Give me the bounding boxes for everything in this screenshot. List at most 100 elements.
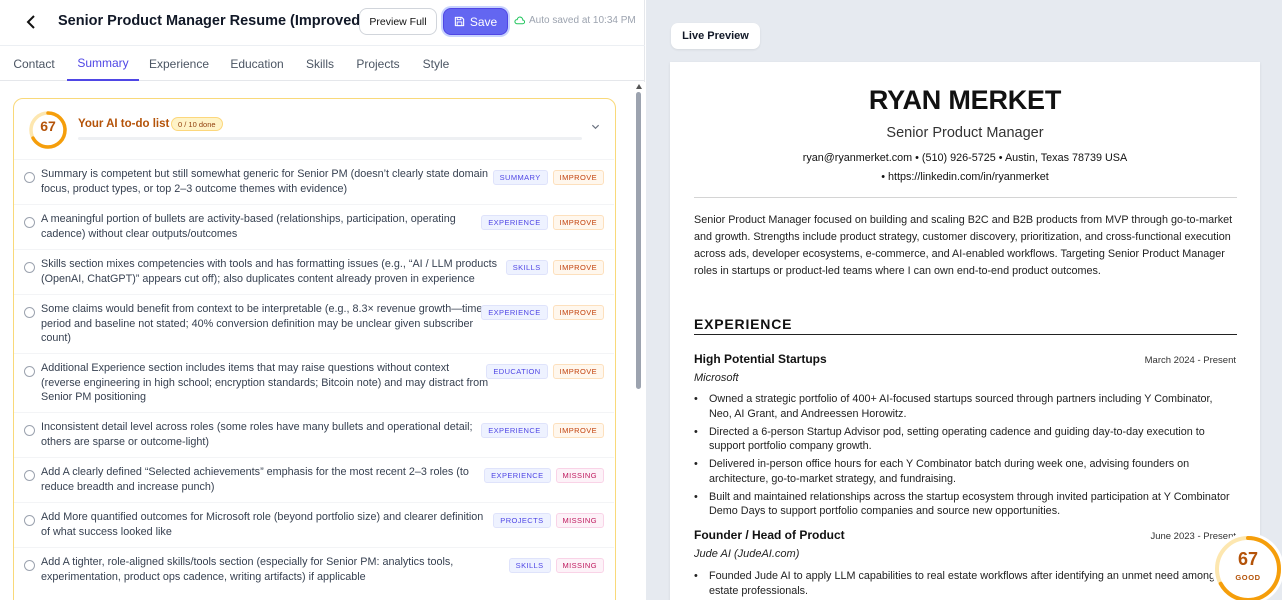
job-company: Founder / Head of Product [694,528,845,542]
editor-panel: Senior Product Manager Resume (Improved)… [0,0,645,600]
job-employer: Jude AI (JudeAI.com) [694,548,800,560]
todo-item[interactable]: Add More quantified outcomes for Microso… [14,502,614,547]
todo-tags: EXPERIENCE IMPROVE [481,305,604,320]
todo-tags: PROJECTS MISSING [493,513,604,528]
tab-experience[interactable]: Experience [142,46,216,81]
todo-checkbox[interactable] [24,262,35,273]
job-bullet: Owned a strategic portfolio of 400+ AI-f… [694,392,1238,421]
todo-item-text: Some claims would benefit from context t… [41,303,483,344]
save-button[interactable]: Save [443,8,508,35]
job-bullet: Directed a 6-person Startup Advisor pod,… [694,425,1238,454]
status-badge: IMPROVE [552,423,604,438]
editor-content: 67 Your AI to-do list 0 / 10 done Summar… [0,82,645,600]
category-badge: SKILLS [505,260,548,275]
tab-summary[interactable]: Summary [67,46,139,81]
category-badge: SKILLS [508,558,551,573]
todo-item-text: Skills section mixes competencies with t… [41,258,498,285]
experience-rule [694,334,1237,335]
resume-linkedin-line: • https://linkedin.com/in/ryanmerket [881,171,1049,183]
preview-full-button[interactable]: Preview Full [359,8,437,35]
category-badge: EXPERIENCE [481,215,548,230]
todo-checkbox[interactable] [24,217,35,228]
tab-skills[interactable]: Skills [298,46,342,81]
resume-summary: Senior Product Manager focused on buildi… [694,214,1233,277]
todo-tags: EXPERIENCE IMPROVE [481,423,604,438]
todo-title: Your AI to-do list [78,118,170,130]
todo-item-text: Inconsistent detail level across roles (… [41,421,473,448]
job-dates: March 2024 - Present [1144,355,1236,366]
chevron-down-icon[interactable] [591,122,600,131]
cloud-check-icon [514,16,525,25]
todo-tags: SKILLS MISSING [508,558,604,573]
todo-tags: EXPERIENCE MISSING [484,468,604,483]
todo-checkbox[interactable] [24,425,35,436]
todo-checkbox[interactable] [24,172,35,183]
todo-item[interactable]: Add A clearly defined “Selected achievem… [14,457,614,502]
autosave-text: Auto saved at 10:34 PM [529,15,636,26]
category-badge: EXPERIENCE [481,305,548,320]
autosave-status: Auto saved at 10:34 PM [514,15,636,26]
todo-count-badge: 0 / 10 done [171,117,223,131]
todo-item-text: Summary is competent but still somewhat … [41,168,489,195]
status-badge: MISSING [555,468,604,483]
live-preview-label: Live Preview [671,23,760,49]
todo-item-text: Add More quantified outcomes for Microso… [41,511,484,538]
save-label: Save [469,14,498,29]
todo-item[interactable]: A meaningful portion of bullets are acti… [14,204,614,249]
status-badge: MISSING [555,558,604,573]
category-badge: EXPERIENCE [481,423,548,438]
back-button[interactable] [22,12,40,32]
status-badge: IMPROVE [552,305,604,320]
preview-panel: Live Preview RYAN MERKET Senior Product … [646,0,1282,600]
scroll-up-arrow-icon[interactable] [636,84,642,89]
todo-item[interactable]: Inconsistent detail level across roles (… [14,412,614,457]
todo-checkbox[interactable] [24,366,35,377]
job-company: High Potential Startups [694,352,827,366]
resume-divider [694,197,1237,198]
todo-item[interactable]: Add A tighter, role-aligned skills/tools… [14,547,614,592]
todo-checkbox[interactable] [24,470,35,481]
todo-item[interactable]: Summary is competent but still somewhat … [14,159,614,204]
score-value: 67 [40,118,56,134]
chevron-left-icon [26,15,35,29]
todo-item-text: A meaningful portion of bullets are acti… [41,213,456,240]
tab-education[interactable]: Education [222,46,292,81]
todo-item-text: Add A tighter, role-aligned skills/tools… [41,556,454,583]
todo-checkbox[interactable] [24,515,35,526]
status-badge: IMPROVE [552,364,604,379]
section-tabs: Contact Summary Experience Education Ski… [0,45,645,81]
job-bullet: Delivered in-person office hours for eac… [694,457,1238,486]
status-badge: IMPROVE [552,215,604,230]
ai-todo-card: 67 Your AI to-do list 0 / 10 done Summar… [13,98,616,600]
resume-role: Senior Product Manager [886,125,1044,141]
todo-item[interactable]: Skills section mixes competencies with t… [14,249,614,294]
job-bullets: Owned a strategic portfolio of 400+ AI-f… [694,392,1238,522]
todo-tags: EXPERIENCE IMPROVE [481,215,604,230]
todo-list: Summary is competent but still somewhat … [14,159,614,592]
todo-item[interactable]: Additional Experience section includes i… [14,353,614,412]
todo-item-text: Additional Experience section includes i… [41,362,489,403]
tab-projects[interactable]: Projects [349,46,407,81]
job-bullet: Built and maintained relationships acros… [694,490,1238,519]
experience-heading: EXPERIENCE [694,316,793,332]
document-title: Senior Product Manager Resume (Improved) [58,13,365,29]
status-badge: MISSING [555,513,604,528]
scrollbar-thumb[interactable] [636,92,641,389]
todo-tags: EDUCATION IMPROVE [486,364,604,379]
resume-name: RYAN MERKET [868,85,1062,115]
tab-style[interactable]: Style [414,46,458,81]
todo-item[interactable]: Some claims would benefit from context t… [14,294,614,353]
category-badge: SUMMARY [492,170,548,185]
job-employer: Microsoft [694,372,739,384]
tab-contact[interactable]: Contact [2,46,66,81]
badge-score-value: 67 [1237,549,1259,569]
category-badge: EXPERIENCE [484,468,551,483]
todo-item-text: Add A clearly defined “Selected achievem… [41,466,469,493]
floppy-disk-icon [454,16,464,27]
todo-checkbox[interactable] [24,560,35,571]
badge-score-label: GOOD [1235,573,1261,582]
todo-checkbox[interactable] [24,307,35,318]
todo-tags: SKILLS IMPROVE [505,260,604,275]
status-badge: IMPROVE [552,260,604,275]
job-bullets: Founded Jude AI to apply LLM capabilitie… [694,569,1238,600]
